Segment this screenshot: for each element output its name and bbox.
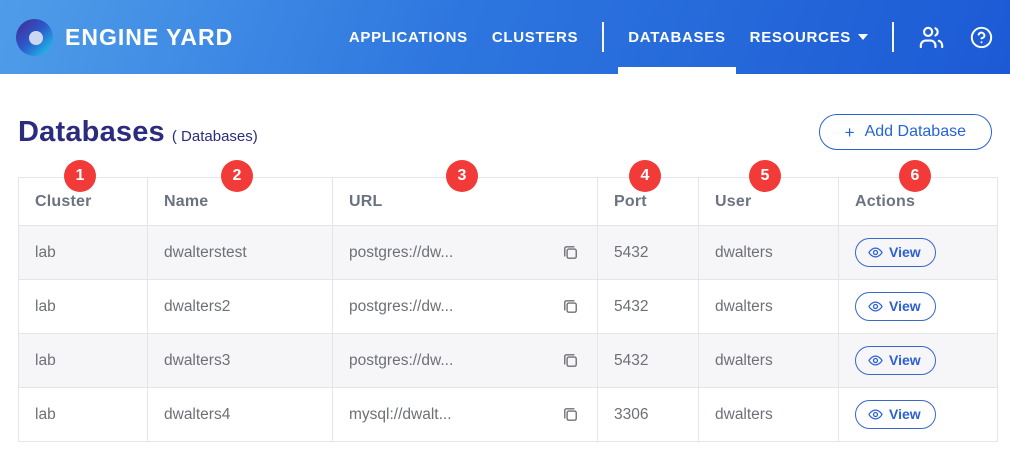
cell-user: dwalters bbox=[699, 280, 839, 334]
cell-user: dwalters bbox=[699, 226, 839, 280]
url-text: postgres://dw... bbox=[349, 298, 453, 316]
brand-name: ENGINE YARD bbox=[65, 24, 233, 51]
cell-name: dwalters3 bbox=[148, 334, 333, 388]
url-text: postgres://dw... bbox=[349, 352, 453, 370]
url-text: mysql://dwalt... bbox=[349, 406, 452, 424]
copy-icon[interactable] bbox=[560, 242, 581, 263]
nav-item-resources-label: RESOURCES bbox=[750, 29, 851, 46]
column-badge-4: 4 bbox=[629, 160, 661, 192]
cell-port: 3306 bbox=[598, 388, 699, 442]
nav-divider bbox=[602, 22, 604, 52]
main-nav: APPLICATIONS CLUSTERS DATABASES RESOURCE… bbox=[349, 0, 994, 74]
cell-port: 5432 bbox=[598, 280, 699, 334]
cell-url: postgres://dw... bbox=[333, 226, 598, 280]
plus-icon: + bbox=[845, 124, 855, 141]
cell-actions: View bbox=[839, 334, 998, 388]
nav-item-databases[interactable]: DATABASES bbox=[628, 0, 725, 74]
help-icon[interactable] bbox=[969, 25, 994, 50]
brand-logo[interactable]: ENGINE YARD bbox=[16, 19, 233, 56]
view-label: View bbox=[889, 352, 921, 368]
view-button[interactable]: View bbox=[855, 238, 936, 267]
view-label: View bbox=[889, 244, 921, 260]
cell-actions: View bbox=[839, 280, 998, 334]
users-icon[interactable] bbox=[918, 24, 945, 51]
page-subtitle: ( Databases) bbox=[172, 128, 258, 145]
view-button[interactable]: View bbox=[855, 292, 936, 321]
eye-icon bbox=[868, 299, 883, 314]
nav-item-clusters[interactable]: CLUSTERS bbox=[492, 0, 578, 74]
url-text: postgres://dw... bbox=[349, 244, 453, 262]
eye-icon bbox=[868, 407, 883, 422]
cell-name: dwalters2 bbox=[148, 280, 333, 334]
page-heading-row: Databases ( Databases) + Add Database bbox=[0, 114, 1010, 150]
databases-table-container: 1 2 3 4 5 6 Cluster Name URL Port User A… bbox=[18, 177, 992, 442]
column-badge-1: 1 bbox=[64, 160, 96, 192]
cell-port: 5432 bbox=[598, 334, 699, 388]
cell-cluster: lab bbox=[19, 334, 148, 388]
cell-name: dwalterstest bbox=[148, 226, 333, 280]
title-wrap: Databases ( Databases) bbox=[18, 116, 258, 149]
cell-url: mysql://dwalt... bbox=[333, 388, 598, 442]
cell-cluster: lab bbox=[19, 388, 148, 442]
column-badge-2: 2 bbox=[221, 160, 253, 192]
view-label: View bbox=[889, 298, 921, 314]
table-row: lab dwalters3 postgres://dw... 5432 bbox=[19, 334, 998, 388]
cell-url: postgres://dw... bbox=[333, 280, 598, 334]
add-database-label: Add Database bbox=[865, 123, 966, 141]
page-title: Databases bbox=[18, 116, 165, 149]
copy-icon[interactable] bbox=[560, 404, 581, 425]
add-database-button[interactable]: + Add Database bbox=[819, 114, 992, 150]
cell-user: dwalters bbox=[699, 388, 839, 442]
view-button[interactable]: View bbox=[855, 346, 936, 375]
engine-yard-logo-icon bbox=[16, 19, 53, 56]
cell-cluster: lab bbox=[19, 280, 148, 334]
table-row: lab dwalters2 postgres://dw... 5432 bbox=[19, 280, 998, 334]
table-row: lab dwalters4 mysql://dwalt... 3306 bbox=[19, 388, 998, 442]
eye-icon bbox=[868, 353, 883, 368]
cell-url: postgres://dw... bbox=[333, 334, 598, 388]
top-navigation-bar: ENGINE YARD APPLICATIONS CLUSTERS DATABA… bbox=[0, 0, 1010, 74]
databases-table: Cluster Name URL Port User Actions lab d… bbox=[18, 177, 998, 442]
copy-icon[interactable] bbox=[560, 296, 581, 317]
view-button[interactable]: View bbox=[855, 400, 936, 429]
column-badge-6: 6 bbox=[899, 160, 931, 192]
column-badge-3: 3 bbox=[446, 160, 478, 192]
cell-name: dwalters4 bbox=[148, 388, 333, 442]
nav-item-applications[interactable]: APPLICATIONS bbox=[349, 0, 468, 74]
column-badge-5: 5 bbox=[749, 160, 781, 192]
nav-divider bbox=[892, 22, 894, 52]
cell-port: 5432 bbox=[598, 226, 699, 280]
cell-actions: View bbox=[839, 226, 998, 280]
copy-icon[interactable] bbox=[560, 350, 581, 371]
cell-actions: View bbox=[839, 388, 998, 442]
chevron-down-icon bbox=[858, 34, 868, 40]
table-row: lab dwalterstest postgres://dw... 5432 bbox=[19, 226, 998, 280]
table-header-row: Cluster Name URL Port User Actions bbox=[19, 178, 998, 226]
eye-icon bbox=[868, 245, 883, 260]
view-label: View bbox=[889, 406, 921, 422]
cell-user: dwalters bbox=[699, 334, 839, 388]
cell-cluster: lab bbox=[19, 226, 148, 280]
nav-item-resources[interactable]: RESOURCES bbox=[750, 0, 868, 74]
